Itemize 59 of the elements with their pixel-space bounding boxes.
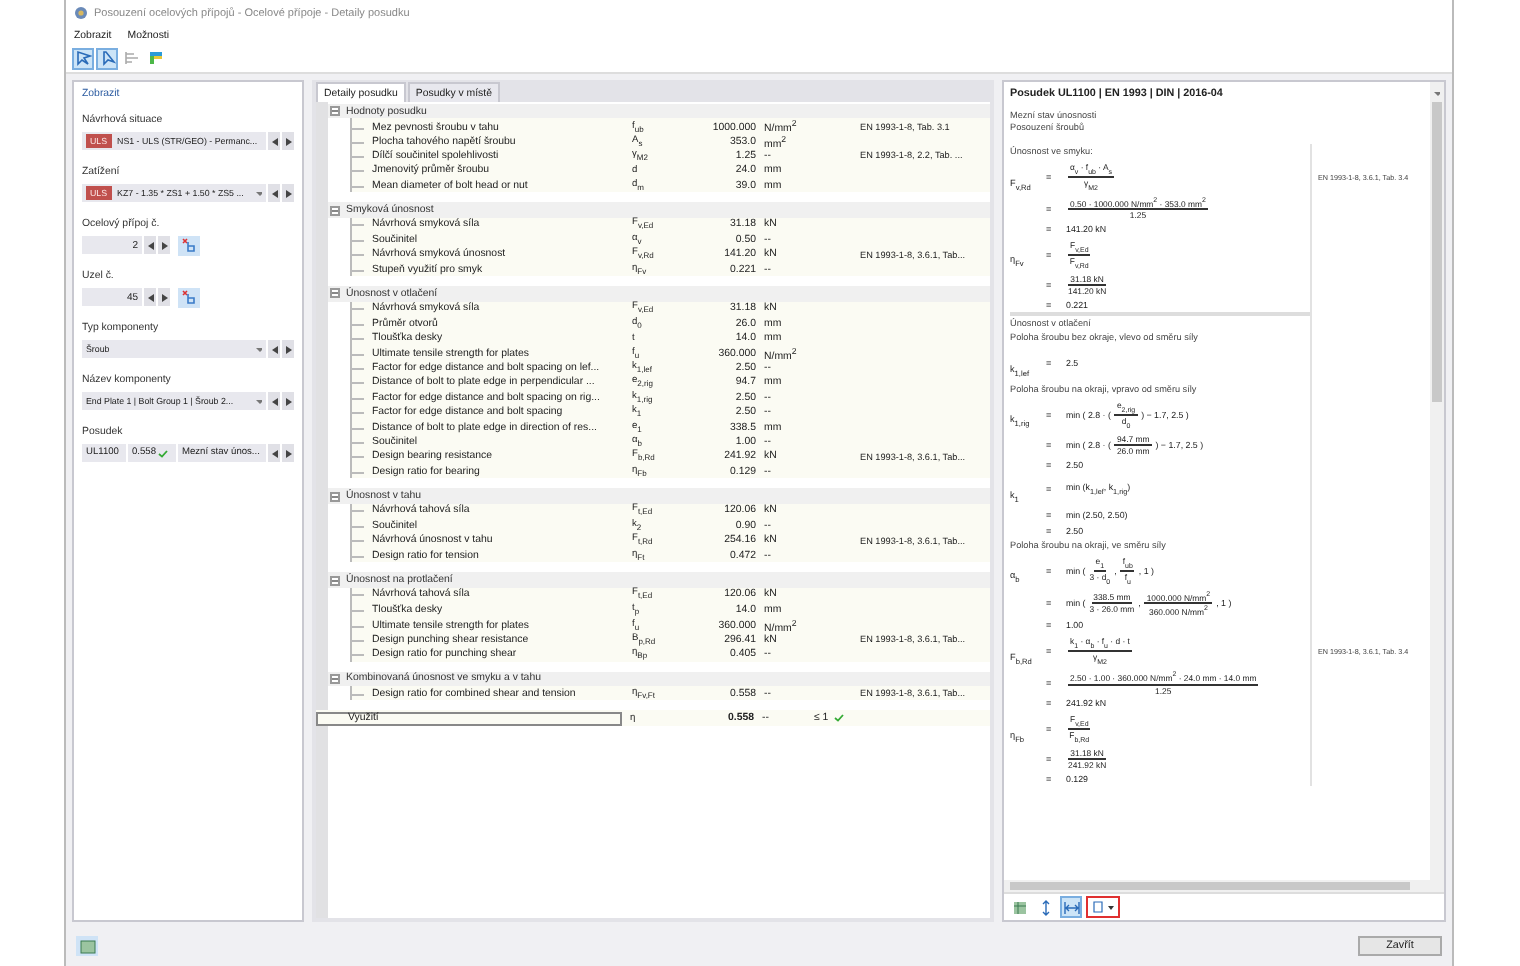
- previous-button[interactable]: [268, 392, 280, 410]
- right-triangle-icon: [285, 449, 291, 457]
- collapse-toggle[interactable]: [330, 673, 340, 684]
- fit-height-icon: [1037, 899, 1053, 915]
- toolbar-button[interactable]: [72, 47, 94, 69]
- previous-button[interactable]: [268, 132, 280, 150]
- vertical-scrollbar[interactable]: [1430, 82, 1444, 880]
- left-triangle-icon: [271, 449, 277, 457]
- next-button[interactable]: [282, 444, 294, 462]
- right-triangle-icon: [161, 241, 167, 249]
- report-tool-button[interactable]: [1008, 896, 1030, 918]
- collapse-toggle[interactable]: [330, 491, 340, 502]
- next-button[interactable]: [282, 184, 294, 202]
- previous-button[interactable]: [268, 184, 280, 202]
- toolbar-button[interactable]: [144, 47, 166, 69]
- pick-button[interactable]: [178, 287, 200, 307]
- report-tool-button[interactable]: [1060, 896, 1082, 918]
- next-button[interactable]: [282, 340, 294, 358]
- left-triangle-icon: [147, 293, 153, 301]
- right-triangle-icon: [285, 345, 291, 353]
- collapse-toggle[interactable]: [330, 205, 340, 216]
- next-button[interactable]: [158, 288, 170, 306]
- right-triangle-icon: [285, 137, 291, 145]
- report-tool-button[interactable]: [1086, 896, 1120, 918]
- next-button[interactable]: [158, 236, 170, 254]
- left-triangle-icon: [271, 137, 277, 145]
- left-triangle-icon: [271, 345, 277, 353]
- caret-icon: [256, 345, 262, 353]
- cursor-pick-icon: [182, 238, 196, 252]
- list-icon: [123, 50, 139, 66]
- horizontal-scrollbar[interactable]: [1004, 880, 1444, 892]
- collapse-toggle[interactable]: [330, 288, 340, 299]
- left-triangle-icon: [271, 189, 277, 197]
- cursor-pick-icon: [182, 290, 196, 304]
- check-icon: [834, 714, 845, 723]
- previous-button[interactable]: [268, 444, 280, 462]
- previous-button[interactable]: [144, 236, 156, 254]
- numbers-icon: [79, 939, 95, 953]
- pick-button[interactable]: [178, 235, 200, 255]
- check-icon: [158, 449, 169, 457]
- gradient-icon: [147, 50, 163, 66]
- left-triangle-icon: [271, 397, 277, 405]
- next-button[interactable]: [282, 132, 294, 150]
- app-logo-icon: [74, 6, 88, 20]
- next-button[interactable]: [282, 392, 294, 410]
- previous-button[interactable]: [144, 288, 156, 306]
- caret-icon: [256, 397, 262, 405]
- right-triangle-icon: [285, 189, 291, 197]
- units-dropdown-icon: [1091, 900, 1115, 914]
- right-triangle-icon: [161, 293, 167, 301]
- caret-icon: [256, 189, 262, 197]
- toolbar-button[interactable]: [96, 47, 118, 69]
- collapse-toggle[interactable]: [330, 106, 340, 117]
- collapse-toggle[interactable]: [330, 575, 340, 586]
- left-triangle-icon: [147, 241, 153, 249]
- fit-width-icon: [1063, 899, 1079, 915]
- previous-button[interactable]: [268, 340, 280, 358]
- table-export-icon: [1011, 899, 1027, 915]
- right-triangle-icon: [285, 397, 291, 405]
